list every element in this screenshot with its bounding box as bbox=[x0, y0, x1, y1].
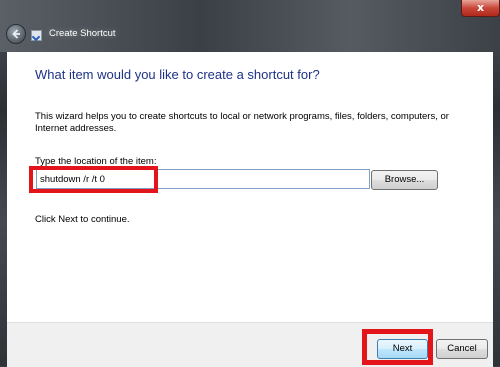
continue-instruction: Click Next to continue. bbox=[35, 214, 130, 225]
back-button[interactable] bbox=[6, 24, 26, 44]
title-bar: Create Shortcut x bbox=[0, 0, 500, 52]
wizard-description: This wizard helps you to create shortcut… bbox=[35, 111, 449, 134]
location-input[interactable] bbox=[36, 169, 370, 189]
wizard-content: What item would you like to create a sho… bbox=[7, 52, 493, 322]
window-title: Create Shortcut bbox=[49, 28, 116, 39]
close-button[interactable]: x bbox=[461, 0, 500, 17]
location-label: Type the location of the item: bbox=[35, 156, 157, 167]
browse-button[interactable]: Browse... bbox=[371, 170, 438, 190]
page-title: What item would you like to create a sho… bbox=[35, 67, 320, 82]
shortcut-icon bbox=[31, 30, 42, 41]
close-icon: x bbox=[476, 1, 485, 14]
cancel-button[interactable]: Cancel bbox=[436, 339, 488, 359]
next-button[interactable]: Next bbox=[377, 339, 428, 359]
back-arrow-icon bbox=[12, 29, 20, 39]
